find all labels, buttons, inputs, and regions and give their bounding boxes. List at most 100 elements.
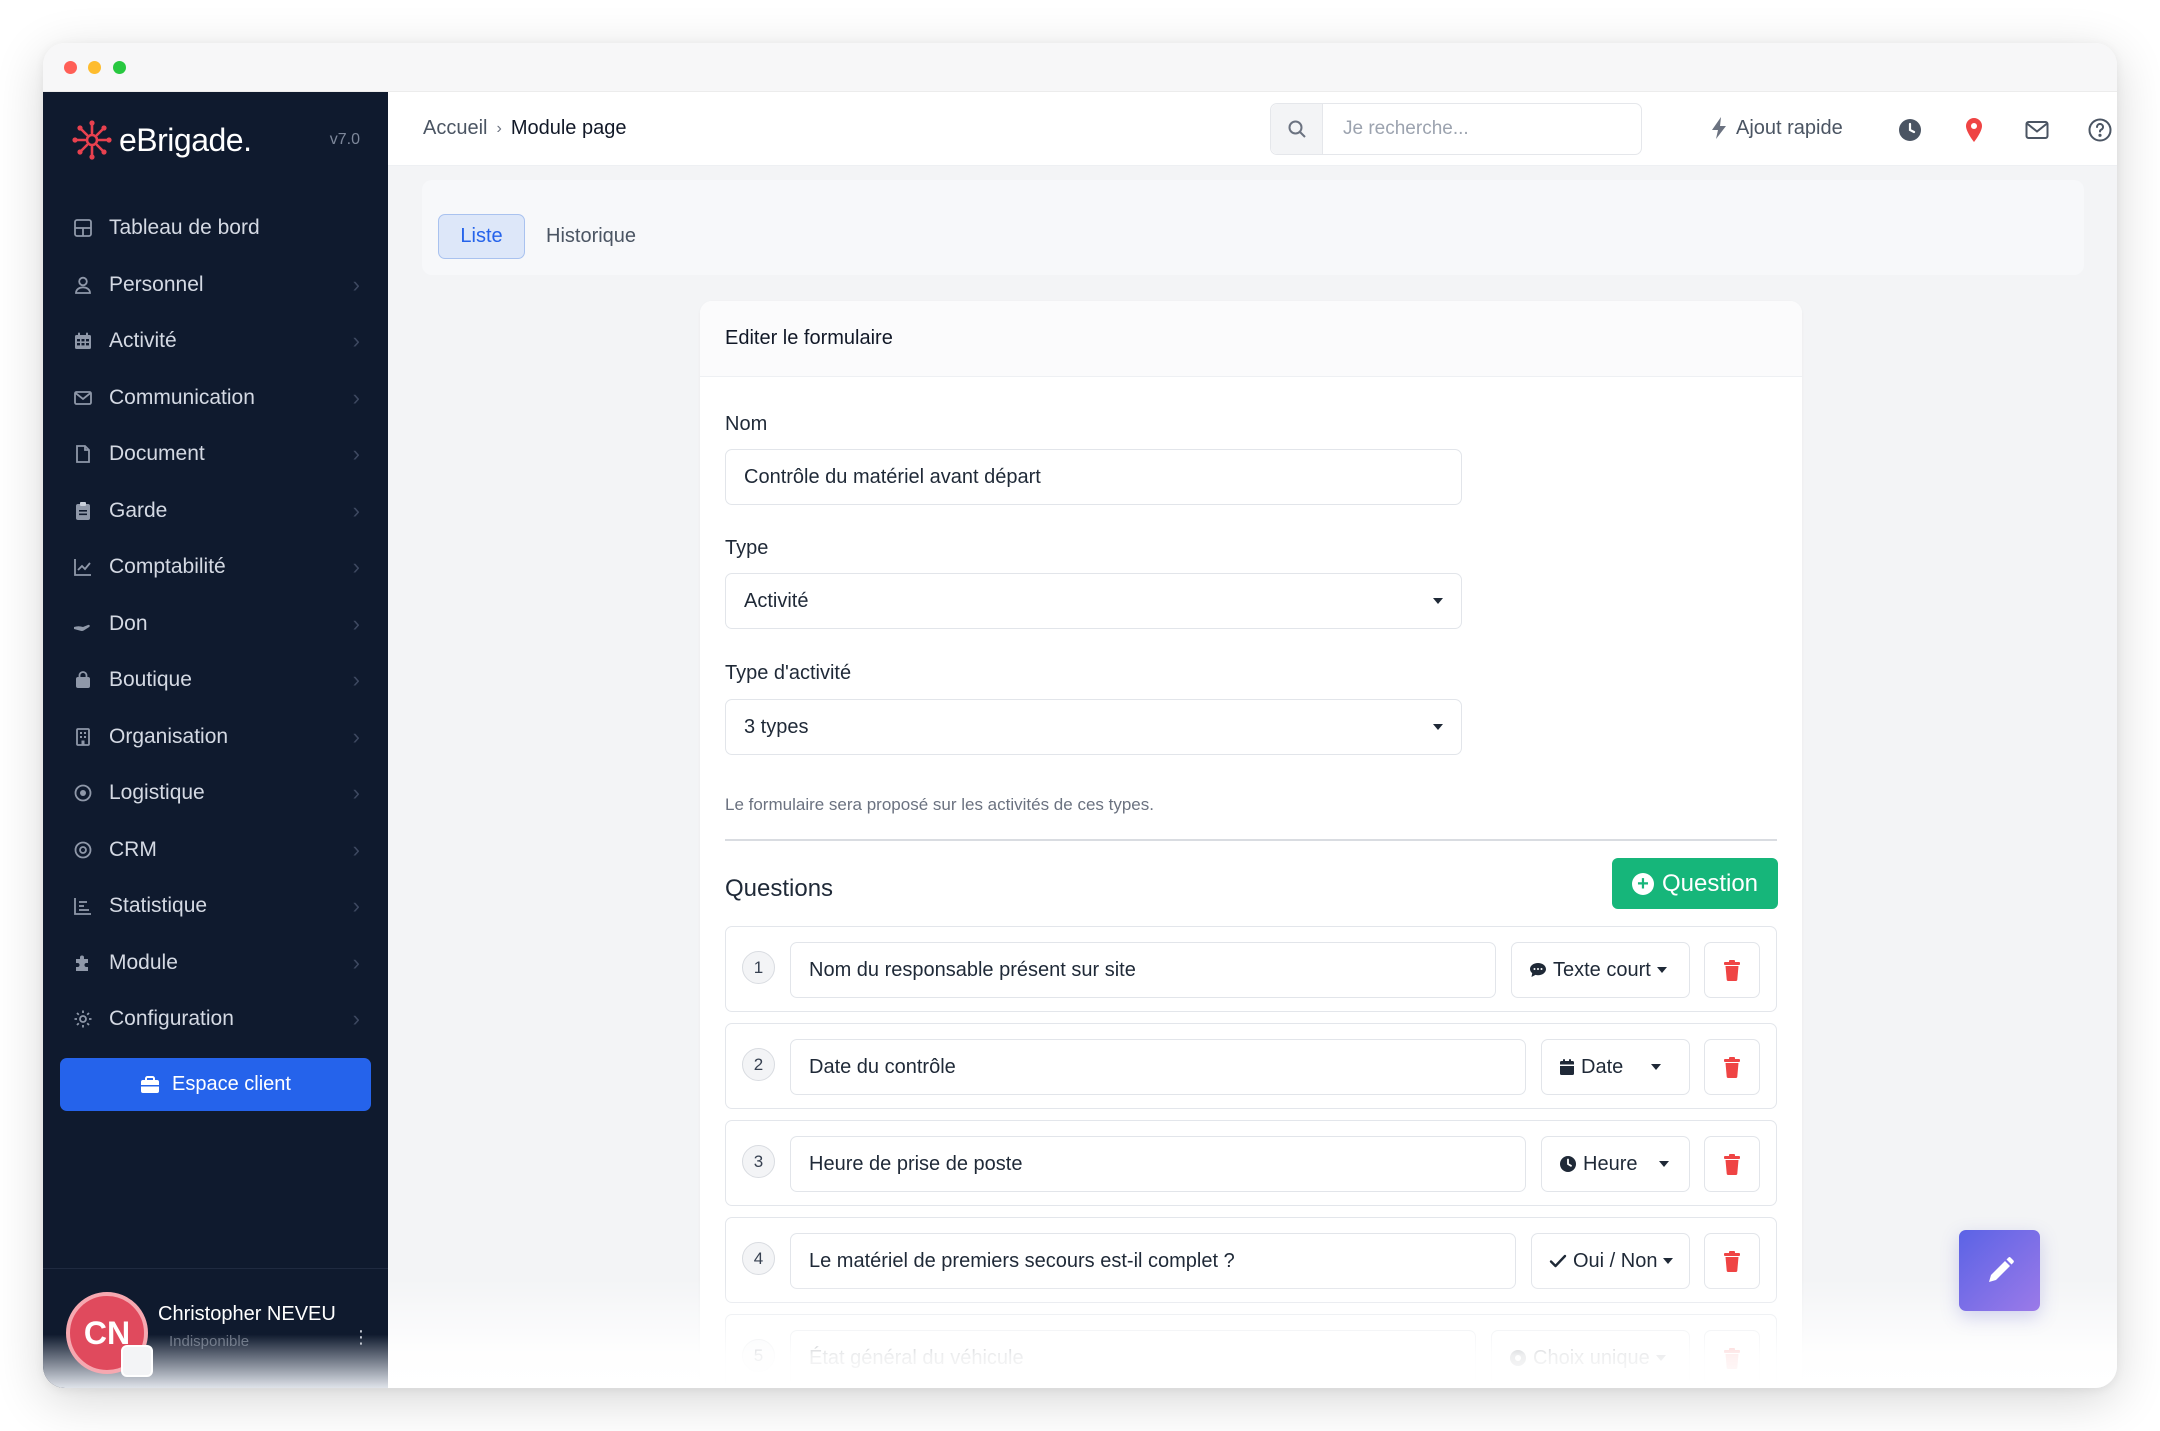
activity-type-label: Type d'activité	[725, 662, 852, 684]
sidebar-item-label: Activité	[109, 329, 177, 353]
question-number: 1	[742, 951, 775, 984]
sidebar-item-document[interactable]: Document ›	[43, 426, 388, 483]
sidebar-item-label: Tableau de bord	[109, 216, 260, 240]
user-status: Indisponible	[169, 1333, 250, 1350]
sidebar-item-don[interactable]: Don ›	[43, 596, 388, 653]
sidebar-item-personnel[interactable]: Personnel ›	[43, 257, 388, 314]
puzzle-icon	[71, 951, 95, 975]
sidebar-item-tableau-de-bord[interactable]: Tableau de bord	[43, 200, 388, 257]
shopping-bag-icon	[71, 668, 95, 692]
delete-question-button[interactable]	[1704, 1136, 1760, 1192]
sidebar-item-label: Comptabilité	[109, 555, 226, 579]
sidebar-item-statistique[interactable]: Statistique ›	[43, 878, 388, 935]
sidebar-item-logistique[interactable]: Logistique ›	[43, 765, 388, 822]
sidebar-item-comptabilite[interactable]: Comptabilité ›	[43, 539, 388, 596]
question-row: 1 Nom du responsable présent sur site Te…	[725, 926, 1777, 1012]
check-icon	[1549, 1253, 1567, 1269]
bolt-icon	[1712, 117, 1726, 139]
quick-add-label: Ajout rapide	[1736, 116, 1843, 139]
sidebar-item-module[interactable]: Module ›	[43, 935, 388, 992]
caret-down-icon	[1651, 1064, 1662, 1070]
add-question-button[interactable]: + Question	[1612, 858, 1778, 909]
tab-historique[interactable]: Historique	[546, 225, 636, 248]
avatar-status-badge	[121, 1345, 153, 1377]
circle-dot-icon	[71, 781, 95, 805]
search-box	[1270, 103, 1642, 155]
chevron-right-icon: ›	[352, 554, 360, 580]
question-type-dropdown[interactable]: Choix unique	[1491, 1330, 1690, 1386]
caret-down-icon	[1659, 1161, 1670, 1167]
question-type-dropdown[interactable]: Heure	[1541, 1136, 1690, 1192]
question-type-dropdown[interactable]: Date	[1541, 1039, 1690, 1095]
sidebar-item-crm[interactable]: CRM ›	[43, 822, 388, 879]
sidebar-item-organisation[interactable]: Organisation ›	[43, 709, 388, 766]
quick-add-button[interactable]: Ajout rapide	[1710, 116, 1843, 140]
chevron-right-icon: ›	[352, 949, 360, 975]
caret-down-icon	[1655, 1355, 1666, 1361]
radio-icon	[1509, 1349, 1527, 1367]
sidebar-item-boutique[interactable]: Boutique ›	[43, 652, 388, 709]
logo[interactable]: eBrigade.	[71, 118, 252, 162]
question-text-input[interactable]: Date du contrôle	[790, 1039, 1526, 1095]
envelope-icon	[71, 386, 95, 410]
sidebar-item-activite[interactable]: Activité ›	[43, 313, 388, 370]
client-space-button[interactable]: Espace client	[60, 1058, 371, 1111]
clock-icon[interactable]	[1898, 118, 1922, 142]
question-type-label: Date	[1581, 1055, 1624, 1078]
version-label: v7.0	[329, 131, 360, 148]
sidebar-item-configuration[interactable]: Configuration ›	[43, 991, 388, 1048]
mail-icon[interactable]	[2025, 118, 2049, 142]
breadcrumb-home-link[interactable]: Accueil	[423, 117, 487, 140]
edit-floating-button[interactable]	[1959, 1230, 2040, 1311]
sidebar-item-communication[interactable]: Communication ›	[43, 370, 388, 427]
activity-type-value: 3 types	[744, 715, 809, 738]
breadcrumb-current: Module page	[510, 117, 627, 139]
caret-down-icon	[1433, 598, 1443, 604]
question-type-dropdown[interactable]: Oui / Non	[1531, 1233, 1690, 1289]
delete-question-button[interactable]	[1704, 1039, 1760, 1095]
help-icon[interactable]	[2088, 118, 2112, 142]
question-text-input[interactable]: Nom du responsable présent sur site	[790, 942, 1496, 998]
delete-question-button[interactable]	[1704, 942, 1760, 998]
tab-liste[interactable]: Liste	[438, 214, 525, 259]
question-text-input[interactable]: État général du véhicule	[790, 1330, 1476, 1386]
delete-question-button[interactable]	[1704, 1233, 1760, 1289]
sidebar: eBrigade. v7.0 Tableau de bord Personnel…	[43, 92, 388, 1388]
search-icon[interactable]	[1271, 104, 1323, 154]
caret-down-icon	[1656, 967, 1667, 973]
chevron-right-icon: ›	[352, 610, 360, 636]
building-icon	[71, 725, 95, 749]
question-text-input[interactable]: Heure de prise de poste	[790, 1136, 1526, 1192]
card-header: Editer le formulaire	[700, 301, 1802, 377]
question-row: 4 Le matériel de premiers secours est-il…	[725, 1217, 1777, 1303]
question-text: Date du contrôle	[809, 1055, 956, 1078]
add-question-label: Question	[1661, 869, 1759, 897]
name-field[interactable]: Contrôle du matériel avant départ	[725, 449, 1462, 505]
trash-icon	[1724, 1348, 1740, 1369]
search-input[interactable]	[1323, 104, 1623, 154]
close-window-button[interactable]	[64, 61, 77, 74]
activity-type-select[interactable]: 3 types	[725, 699, 1462, 755]
question-text-input[interactable]: Le matériel de premiers secours est-il c…	[790, 1233, 1516, 1289]
type-select[interactable]: Activité	[725, 573, 1462, 629]
tabs-bar: Liste Historique	[422, 180, 2084, 275]
bar-chart-icon	[71, 894, 95, 918]
file-icon	[71, 442, 95, 466]
chevron-right-icon: ›	[352, 328, 360, 354]
map-pin-icon[interactable]	[1962, 118, 1986, 142]
chevron-right-icon: ›	[352, 1006, 360, 1032]
maximize-window-button[interactable]	[113, 61, 126, 74]
gear-icon	[71, 1007, 95, 1031]
delete-question-button[interactable]	[1704, 1330, 1760, 1386]
question-row: 3 Heure de prise de poste Heure	[725, 1120, 1777, 1206]
more-vertical-icon[interactable]: ⋮	[352, 1327, 370, 1348]
question-type-dropdown[interactable]: Texte court	[1511, 942, 1690, 998]
sidebar-item-label: Configuration	[109, 1007, 234, 1031]
sidebar-item-label: Don	[109, 611, 148, 635]
user-profile[interactable]: CN Christopher NEVEU Indisponible ⋮	[43, 1268, 388, 1388]
question-number: 4	[742, 1242, 775, 1275]
sidebar-item-garde[interactable]: Garde ›	[43, 483, 388, 540]
sidebar-item-label: Logistique	[109, 781, 205, 805]
question-type-label: Heure	[1583, 1152, 1638, 1175]
minimize-window-button[interactable]	[88, 61, 101, 74]
